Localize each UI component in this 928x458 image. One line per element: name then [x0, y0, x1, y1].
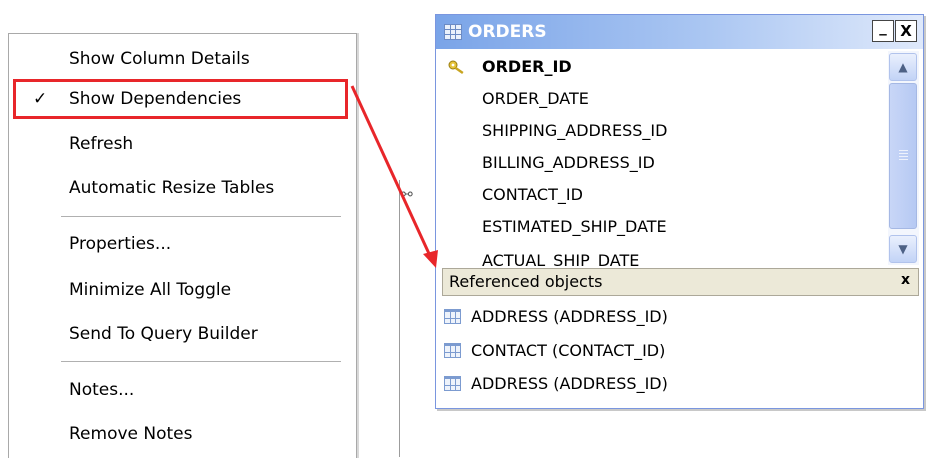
menu-item-label: Automatic Resize Tables: [69, 178, 275, 198]
column-row[interactable]: ORDER_DATE: [436, 83, 886, 115]
column-row[interactable]: ORDER_ID: [436, 51, 886, 83]
menu-item-label: Properties...: [69, 234, 172, 254]
column-row[interactable]: ESTIMATED_SHIP_DATE: [436, 211, 886, 243]
column-row[interactable]: ACTUAL_SHIP_DATE: [436, 245, 886, 268]
menu-item-label: Remove Notes: [69, 424, 193, 444]
menu-item-minimize-all-toggle[interactable]: Minimize All Toggle: [9, 270, 356, 310]
referenced-object-label: CONTACT (CONTACT_ID): [471, 341, 666, 360]
menu-item-label: Notes...: [69, 380, 135, 400]
context-menu: Show Column Details ✓ Show Dependencies …: [8, 33, 357, 458]
relationship-line: [399, 180, 400, 457]
columns-list: ORDER_ID ORDER_DATE SHIPPING_ADDRESS_ID …: [436, 49, 886, 268]
menu-separator: [61, 361, 341, 362]
vertical-scrollbar[interactable]: ▲ ▼: [888, 51, 919, 265]
table-icon: [444, 309, 461, 324]
menu-item-label: Send To Query Builder: [69, 324, 258, 344]
minimize-icon: _: [879, 18, 887, 36]
referenced-objects-header: Referenced objects x: [442, 268, 919, 296]
table-icon: [444, 376, 461, 391]
menu-item-remove-notes[interactable]: Remove Notes: [9, 414, 356, 454]
link-icon: ⚯: [401, 187, 413, 203]
column-name: ORDER_ID: [482, 57, 572, 76]
column-row[interactable]: SHIPPING_ADDRESS_ID: [436, 115, 886, 147]
grip-icon: [899, 150, 908, 160]
highlight-box: [13, 79, 348, 119]
menu-item-refresh[interactable]: Refresh: [9, 124, 356, 164]
scroll-thumb[interactable]: [889, 83, 917, 229]
close-icon[interactable]: x: [901, 272, 910, 288]
column-name: ACTUAL_SHIP_DATE: [482, 251, 640, 268]
menu-item-properties[interactable]: Properties...: [9, 224, 356, 264]
column-name: BILLING_ADDRESS_ID: [482, 153, 655, 172]
scroll-up-button[interactable]: ▲: [889, 53, 917, 81]
menu-separator: [61, 216, 341, 217]
window-title: ORDERS: [468, 22, 547, 42]
menu-item-label: Show Column Details: [69, 49, 250, 69]
menu-item-show-column-details[interactable]: Show Column Details: [9, 39, 356, 79]
minimize-button[interactable]: _: [872, 18, 894, 42]
table-window-orders[interactable]: ORDERS _ X ORDER_ID ORDER_DATE SHIPPING_…: [435, 14, 924, 409]
table-icon: [444, 343, 461, 358]
table-icon: [444, 24, 462, 40]
menu-item-automatic-resize-tables[interactable]: Automatic Resize Tables: [9, 168, 356, 208]
key-icon: [448, 60, 464, 74]
menu-item-notes[interactable]: Notes...: [9, 370, 356, 410]
scroll-down-button[interactable]: ▼: [889, 235, 917, 263]
column-name: SHIPPING_ADDRESS_ID: [482, 121, 668, 140]
close-button[interactable]: X: [895, 20, 917, 42]
column-row[interactable]: CONTACT_ID: [436, 179, 886, 211]
menu-item-label: Refresh: [69, 134, 134, 154]
referenced-objects-title: Referenced objects: [449, 272, 603, 291]
column-row[interactable]: BILLING_ADDRESS_ID: [436, 147, 886, 179]
referenced-object-label: ADDRESS (ADDRESS_ID): [471, 307, 668, 326]
column-name: CONTACT_ID: [482, 185, 583, 204]
column-name: ESTIMATED_SHIP_DATE: [482, 217, 667, 236]
close-icon: X: [900, 22, 912, 40]
title-bar[interactable]: ORDERS _ X: [436, 15, 923, 49]
referenced-object-label: ADDRESS (ADDRESS_ID): [471, 374, 668, 393]
column-name: ORDER_DATE: [482, 89, 589, 108]
menu-item-label: Minimize All Toggle: [69, 280, 232, 300]
menu-item-send-to-query-builder[interactable]: Send To Query Builder: [9, 314, 356, 354]
